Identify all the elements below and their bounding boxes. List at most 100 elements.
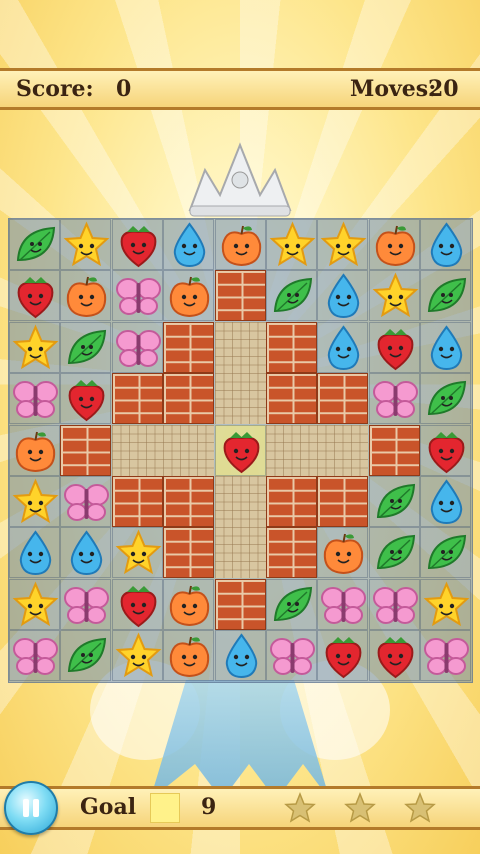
board-cell[interactable] (60, 270, 112, 322)
board-cell[interactable] (317, 219, 369, 270)
board-cell[interactable] (266, 630, 318, 682)
board-cell[interactable] (163, 578, 215, 631)
board-cell[interactable] (368, 219, 421, 271)
leaf-icon (61, 631, 112, 682)
board-cell[interactable] (60, 321, 112, 373)
board-cell[interactable] (368, 321, 420, 373)
butterfly-icon (113, 323, 164, 374)
brick-tile (368, 424, 420, 476)
board-cell[interactable] (368, 476, 420, 527)
board-cell[interactable] (9, 270, 61, 322)
board-cell[interactable] (420, 578, 472, 630)
goal-value: 9 (201, 794, 217, 820)
star-icon (10, 323, 61, 374)
pause-button[interactable] (4, 781, 58, 835)
butterfly-icon (318, 580, 369, 631)
board-cell[interactable] (163, 219, 215, 270)
tiara-icon (188, 142, 292, 217)
board-cell[interactable] (368, 527, 421, 579)
strawberry-icon (61, 374, 112, 425)
board-cell[interactable] (368, 270, 421, 322)
board-cell[interactable] (9, 424, 60, 476)
board-cell[interactable] (9, 578, 60, 630)
brick-tile (111, 373, 163, 425)
star-icon (370, 271, 421, 322)
brick-tile (214, 578, 266, 630)
apple-icon (164, 580, 215, 631)
board-cell[interactable] (60, 630, 112, 682)
board-cell[interactable] (368, 373, 420, 425)
board-cell[interactable] (420, 219, 472, 270)
board-cell[interactable] (214, 219, 266, 270)
water-drop-icon (61, 528, 112, 579)
strawberry-icon (10, 271, 61, 322)
brick-tile (163, 476, 215, 527)
butterfly-icon (267, 631, 318, 682)
board-cell[interactable] (111, 630, 163, 682)
board-cell[interactable] (420, 476, 472, 527)
board-cell[interactable] (420, 630, 472, 682)
apple-icon (164, 271, 215, 322)
board-cell[interactable] (317, 630, 369, 682)
board-cell[interactable] (9, 219, 60, 270)
board-cell[interactable] (9, 630, 61, 682)
leaf-icon (10, 220, 61, 271)
board-cell[interactable] (111, 219, 163, 270)
board-cell[interactable] (420, 373, 472, 425)
board-cell[interactable] (9, 527, 60, 579)
score-label: Score: (16, 76, 94, 102)
board-cell[interactable] (9, 476, 60, 527)
board-cell[interactable] (111, 321, 164, 374)
leaf-icon (370, 528, 421, 579)
board-cell[interactable] (266, 270, 317, 322)
board-cell[interactable] (60, 527, 112, 579)
stone-tile (214, 373, 266, 425)
stone-tile (317, 424, 369, 476)
strawberry-icon (113, 580, 164, 631)
board-cell[interactable] (163, 630, 215, 682)
stone-tile (266, 424, 317, 476)
score-value: 0 (116, 76, 132, 102)
stone-tile (214, 527, 266, 579)
board-cell[interactable] (420, 270, 472, 322)
board-cell[interactable] (368, 630, 420, 682)
apple-icon (318, 528, 369, 579)
board-cell[interactable] (420, 527, 472, 579)
board-cell[interactable] (368, 578, 421, 631)
board-cell[interactable] (60, 476, 112, 527)
board-cell[interactable] (420, 321, 472, 373)
board-cell[interactable] (60, 578, 112, 630)
moves-label: Moves: (350, 76, 437, 102)
leaf-icon (421, 374, 472, 425)
board-cell[interactable] (214, 630, 266, 682)
board-cell[interactable] (266, 578, 318, 631)
apple-icon (370, 220, 421, 271)
apple-icon (164, 631, 215, 682)
board-cell[interactable] (111, 270, 164, 322)
strawberry-icon (216, 426, 267, 477)
board-cell[interactable] (317, 321, 369, 373)
board-cell[interactable] (163, 270, 215, 322)
butterfly-icon (113, 271, 164, 322)
board-cell[interactable] (60, 373, 112, 425)
butterfly-icon (10, 631, 61, 682)
board-cell[interactable] (317, 578, 369, 631)
moves-value: 20 (428, 76, 459, 102)
butterfly-icon (370, 580, 421, 631)
board-cell[interactable] (9, 373, 60, 425)
board-cell[interactable] (111, 527, 163, 579)
goal-label: Goal (80, 794, 137, 820)
board-cell[interactable] (266, 219, 317, 270)
board-cell[interactable] (317, 270, 369, 322)
board-cell[interactable] (214, 424, 267, 477)
board-cell[interactable] (420, 424, 472, 476)
brick-tile (266, 527, 317, 579)
stone-tile (163, 424, 215, 476)
board-cell[interactable] (60, 219, 112, 270)
leaf-icon (267, 580, 318, 631)
board-cell[interactable] (111, 578, 164, 631)
board-cell[interactable] (9, 321, 61, 374)
star-icon (10, 477, 61, 528)
brick-tile (60, 424, 112, 476)
board-cell[interactable] (317, 527, 369, 579)
